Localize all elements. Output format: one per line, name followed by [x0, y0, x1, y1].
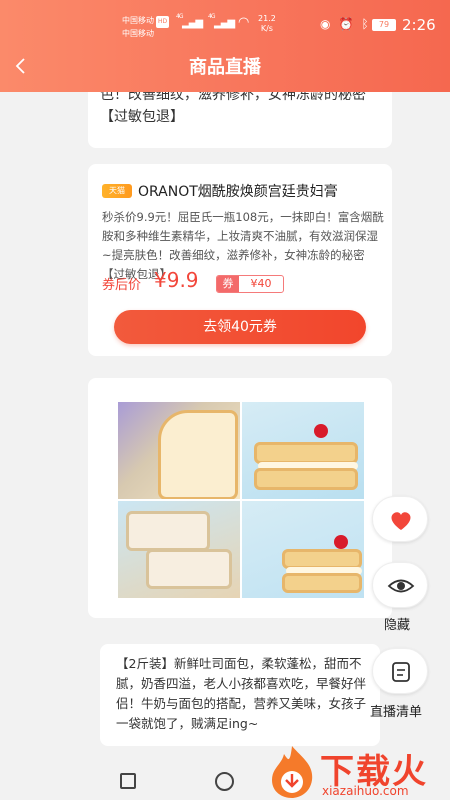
- price: ¥9.9: [154, 268, 199, 292]
- product-image-1[interactable]: [118, 402, 240, 499]
- carrier-2: 中国移动: [122, 29, 154, 38]
- battery-icon: 79: [372, 19, 396, 31]
- signal-icon-2: ▂▄▆: [214, 18, 235, 29]
- like-button[interactable]: [372, 496, 428, 542]
- bread-slice-shape: [282, 573, 362, 593]
- price-label: 券后价: [102, 278, 142, 293]
- cherry-shape: [314, 424, 328, 438]
- eye-icon: [387, 579, 415, 593]
- watermark: 下载火 xiazaihuo.com: [264, 742, 450, 800]
- page-title: 商品直播: [189, 57, 261, 78]
- get-coupon-button[interactable]: 去领40元券: [114, 310, 366, 344]
- carrier-1: 中国移动: [122, 16, 154, 25]
- product-description: 秒杀价9.9元！屈臣氏一瓶108元，一抹即白！富含烟酰胺和多种维生素精华，上妆清…: [102, 210, 384, 281]
- hide-label[interactable]: 隐藏: [384, 614, 410, 633]
- bread-slice-shape: [158, 410, 238, 499]
- bread-slice-shape: [254, 468, 358, 490]
- alarm-icon: ⏰: [338, 17, 354, 31]
- product-image-grid[interactable]: [118, 402, 364, 598]
- product-description: 【2斤装】新鲜吐司面包，柔软蓬松，甜而不腻，奶香四溢，老人小孩都喜欢吃，早餐好伴…: [116, 656, 367, 731]
- eye-status-icon: ◉: [320, 17, 331, 31]
- product-image-card[interactable]: [88, 378, 392, 618]
- cherry-shape: [334, 535, 348, 549]
- product-image-4[interactable]: [242, 501, 364, 598]
- clock: 2:26: [402, 16, 436, 34]
- package-shape: [146, 549, 232, 589]
- net-speed-unit: K/s: [260, 24, 273, 33]
- coupon-label: 券: [217, 276, 239, 292]
- home-button[interactable]: [215, 772, 234, 791]
- coupon-value: ¥40: [250, 277, 272, 290]
- product-image-2[interactable]: [242, 402, 364, 499]
- bread-slice-shape: [254, 442, 358, 464]
- carrier-info: 中国移动 HD 中国移动: [122, 15, 170, 40]
- status-icons: ◉ ⏰ ᛒ: [320, 17, 369, 31]
- net-label-1: 4G: [176, 13, 184, 20]
- tmall-badge: 天猫: [102, 184, 132, 198]
- product-title[interactable]: ORANOT烟酰胺焕颜宫廷贵妇膏: [138, 181, 338, 201]
- signal-icon: ▂▄▆: [182, 18, 203, 29]
- heart-icon: [391, 512, 411, 530]
- hd-badge: HD: [156, 16, 170, 28]
- recent-apps-button[interactable]: [120, 773, 136, 789]
- status-bar: 中国移动 HD 中国移动 ▂▄▆ 4G ▂▄▆ 4G ◠ 21.2 K/s ◉ ⏰…: [0, 0, 450, 44]
- flame-logo-icon: [272, 746, 313, 798]
- net-speed-value: 21.2: [258, 14, 276, 23]
- product-image-3[interactable]: [118, 501, 240, 598]
- bluetooth-icon: ᛒ: [361, 17, 369, 31]
- live-list-button[interactable]: [372, 648, 428, 694]
- wifi-icon: ◠: [238, 15, 249, 30]
- product-card[interactable]: 天猫 ORANOT烟酰胺焕颜宫廷贵妇膏 秒杀价9.9元！屈臣氏一瓶108元，一抹…: [88, 164, 392, 356]
- watermark-url: xiazaihuo.com: [322, 784, 409, 798]
- package-shape: [126, 511, 210, 551]
- net-speed: 21.2 K/s: [258, 14, 276, 34]
- product-card-next[interactable]: 【2斤装】新鲜吐司面包，柔软蓬松，甜而不腻，奶香四溢，老人小孩都喜欢吃，早餐好伴…: [100, 644, 380, 746]
- coupon-tag: 券 ¥40: [216, 275, 284, 293]
- net-label-2: 4G: [208, 13, 216, 20]
- live-list-label[interactable]: 直播清单: [370, 701, 422, 720]
- list-icon: [392, 662, 410, 682]
- header: 中国移动 HD 中国移动 ▂▄▆ 4G ▂▄▆ 4G ◠ 21.2 K/s ◉ ⏰…: [0, 0, 450, 92]
- hide-button[interactable]: [372, 562, 428, 608]
- bread-slice-shape: [282, 549, 362, 569]
